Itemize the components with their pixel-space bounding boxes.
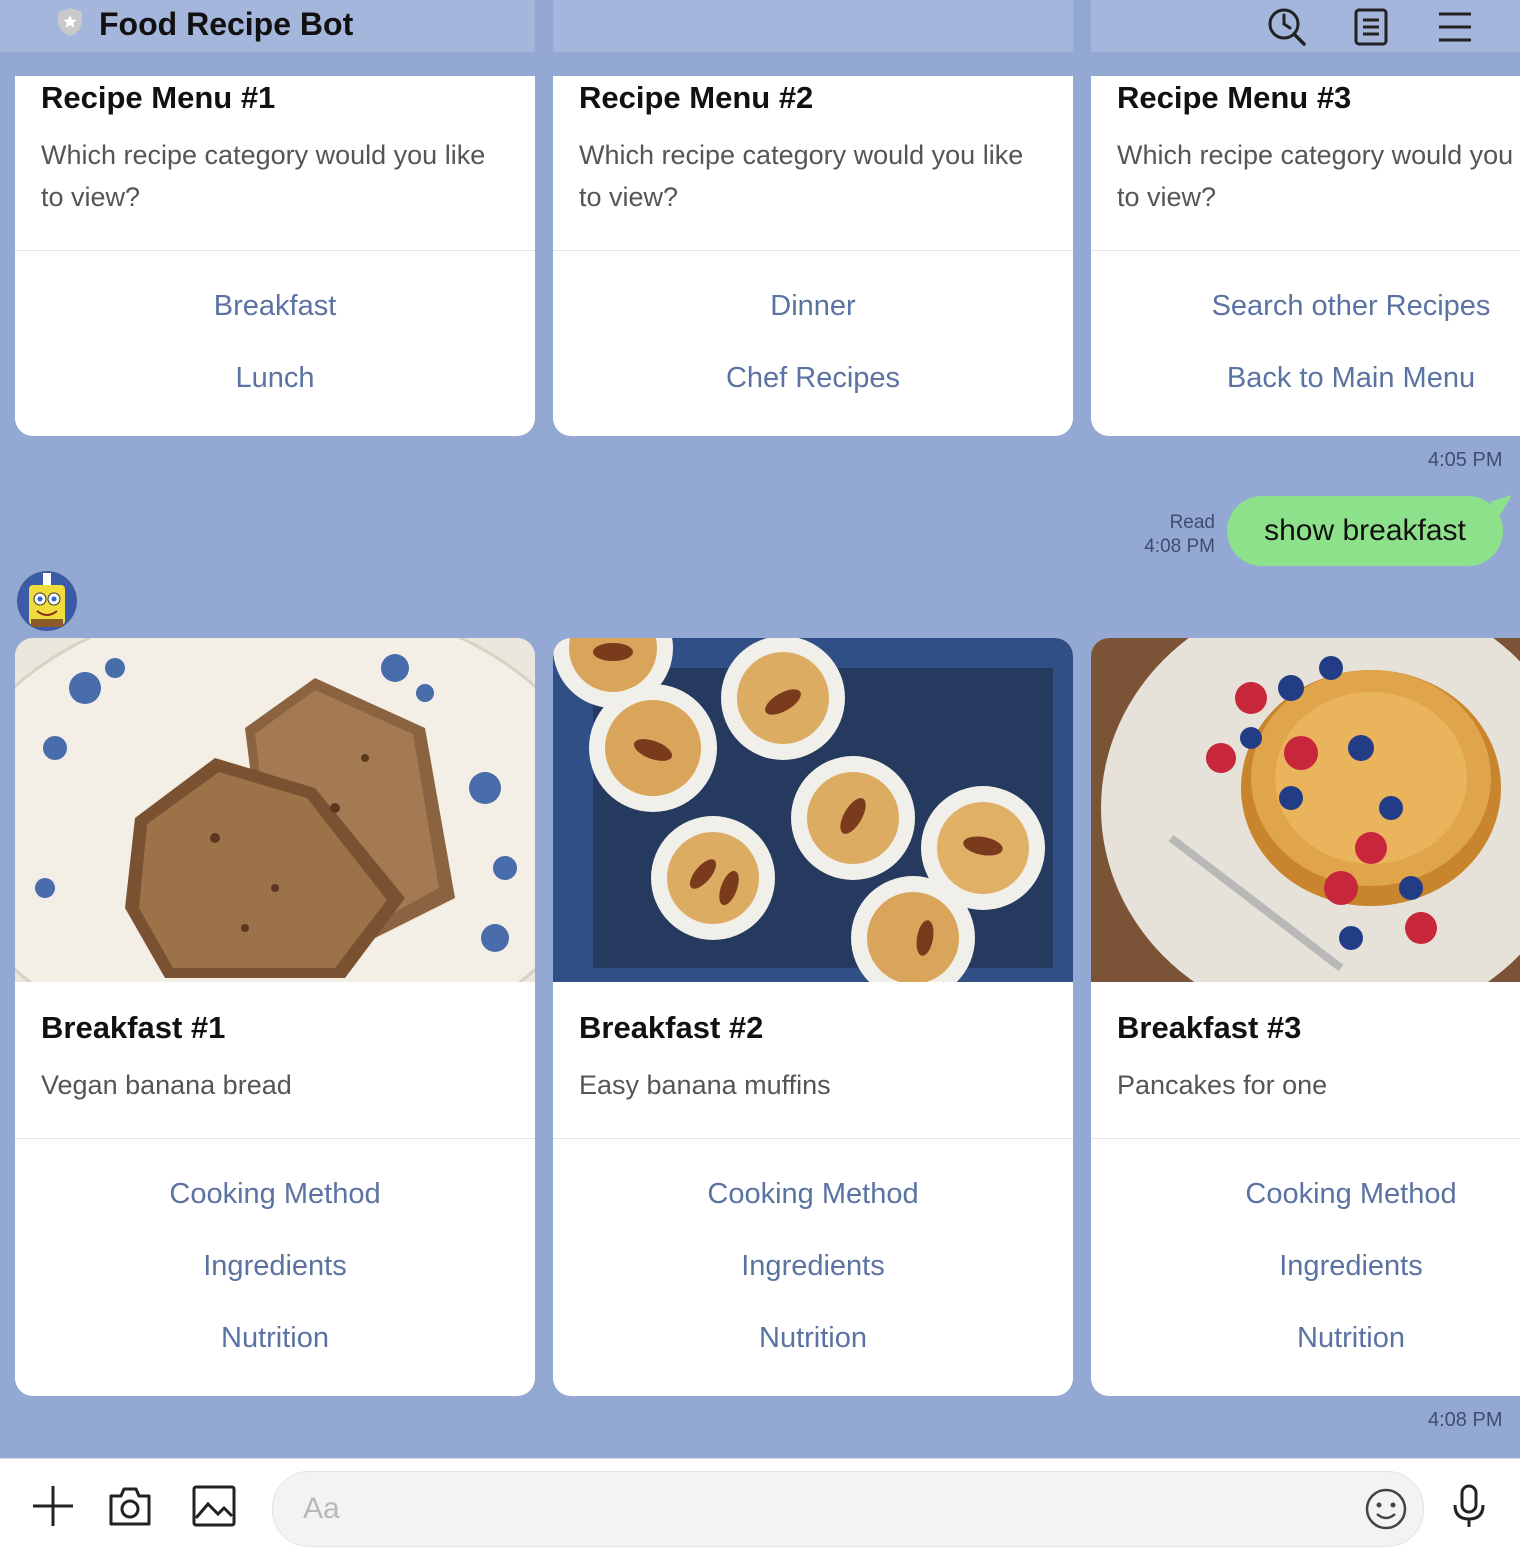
read-receipt: Read 4:08 PM (1120, 511, 1215, 559)
recipe-menu-card-1: Recipe Menu #1 Which recipe category wou… (15, 76, 535, 436)
recipe-menu-card-3: Recipe Menu #3 Which recipe category wou… (1091, 76, 1520, 436)
recipe-menu-question: Which recipe category would you like to … (41, 140, 486, 212)
chat-area[interactable]: Food Recipe Bot Recipe Menu #1 Which rec… (0, 0, 1520, 1458)
banana-muffins-photo[interactable] (553, 638, 1073, 982)
image-icon[interactable] (189, 1481, 239, 1531)
breakfast-card-1: Breakfast #1 Vegan banana bread Cooking … (15, 638, 535, 1396)
recipe-menu-question: Which recipe category would you like to … (1117, 140, 1520, 212)
breakfast-card-3: Breakfast #3 Pancakes for one Cooking Me… (1091, 638, 1520, 1396)
breakfast-card-2: Breakfast #2 Easy banana muffins Cooking… (553, 638, 1073, 1396)
emoji-icon[interactable] (1363, 1486, 1409, 1532)
ingredients-button[interactable]: Ingredients (1091, 1250, 1520, 1283)
add-icon[interactable] (28, 1481, 78, 1531)
chef-recipes-button[interactable]: Chef Recipes (553, 362, 1073, 395)
menu-icon[interactable] (1434, 6, 1476, 48)
nutrition-button[interactable]: Nutrition (15, 1322, 535, 1355)
breakfast-title: Breakfast #1 (41, 1010, 226, 1045)
lunch-button[interactable]: Lunch (15, 362, 535, 395)
message-input-bar (0, 1458, 1520, 1557)
breakfast-title: Breakfast #2 (579, 1010, 764, 1045)
cooking-method-button[interactable]: Cooking Method (15, 1178, 535, 1211)
recipe-menu-title: Recipe Menu #2 (579, 80, 814, 115)
message-timestamp: 4:05 PM (1428, 449, 1503, 471)
recipe-menu-title: Recipe Menu #3 (1117, 80, 1352, 115)
breakfast-subtitle: Vegan banana bread (41, 1070, 292, 1100)
shield-icon (55, 6, 85, 43)
notes-icon[interactable] (1350, 6, 1392, 48)
ingredients-button[interactable]: Ingredients (15, 1250, 535, 1283)
cooking-method-button[interactable]: Cooking Method (1091, 1178, 1520, 1211)
camera-icon[interactable] (105, 1481, 155, 1531)
cooking-method-button[interactable]: Cooking Method (553, 1178, 1073, 1211)
breakfast-subtitle: Easy banana muffins (579, 1070, 831, 1100)
message-input[interactable] (301, 1482, 1345, 1536)
chat-header: Food Recipe Bot (0, 0, 1520, 52)
back-to-main-menu-button[interactable]: Back to Main Menu (1091, 362, 1520, 395)
message-timestamp: 4:08 PM (1428, 1409, 1503, 1431)
user-message-bubble[interactable]: show breakfast (1227, 496, 1503, 566)
recipe-menu-title: Recipe Menu #1 (41, 80, 276, 115)
bot-avatar[interactable] (17, 571, 77, 631)
microphone-icon[interactable] (1444, 1481, 1494, 1531)
message-field (272, 1471, 1424, 1547)
read-label: Read (1169, 512, 1215, 533)
banana-bread-photo[interactable] (15, 638, 535, 982)
breakfast-button[interactable]: Breakfast (15, 290, 535, 323)
search-other-recipes-button[interactable]: Search other Recipes (1091, 290, 1520, 323)
recipe-menu-question: Which recipe category would you like to … (579, 140, 1024, 212)
dinner-button[interactable]: Dinner (553, 290, 1073, 323)
breakfast-title: Breakfast #3 (1117, 1010, 1302, 1045)
nutrition-button[interactable]: Nutrition (553, 1322, 1073, 1355)
search-history-icon[interactable] (1266, 6, 1308, 48)
ingredients-button[interactable]: Ingredients (553, 1250, 1073, 1283)
chat-title: Food Recipe Bot (99, 6, 354, 42)
breakfast-subtitle: Pancakes for one (1117, 1070, 1328, 1100)
read-time: 4:08 PM (1144, 536, 1215, 557)
nutrition-button[interactable]: Nutrition (1091, 1322, 1520, 1355)
pancakes-photo[interactable] (1091, 638, 1520, 982)
recipe-menu-card-2: Recipe Menu #2 Which recipe category wou… (553, 76, 1073, 436)
